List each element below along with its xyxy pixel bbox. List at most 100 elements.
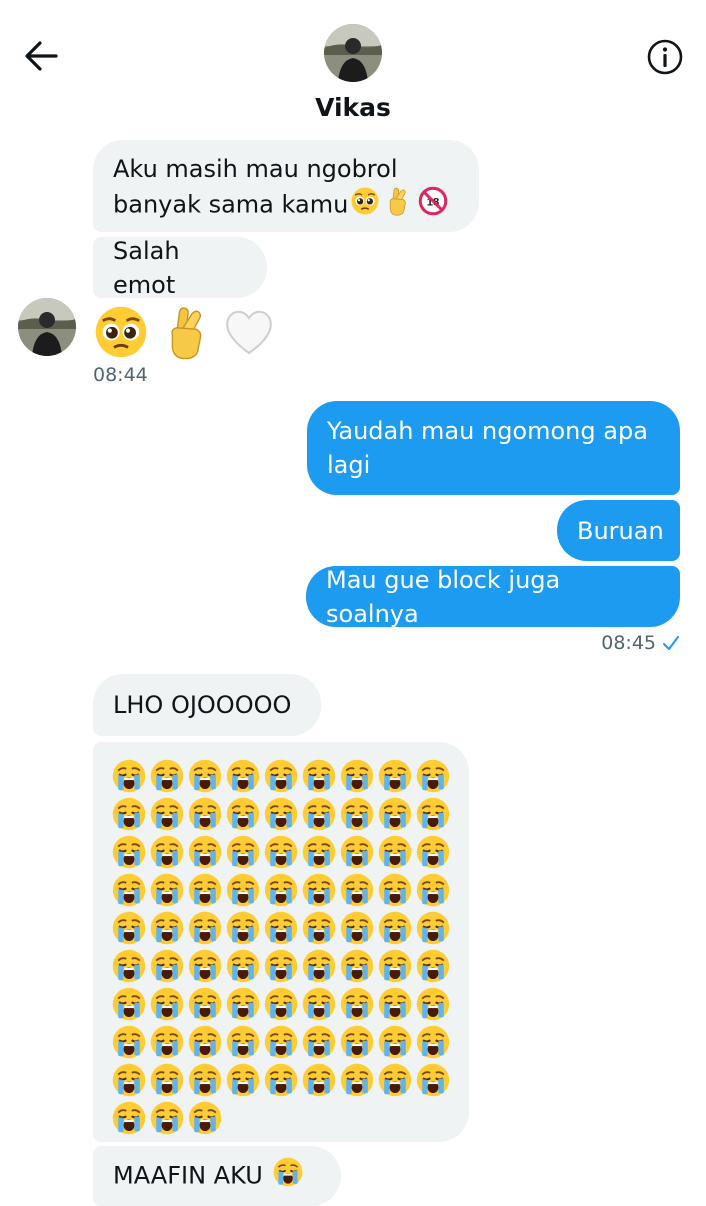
- loudly-crying-face-icon: [111, 796, 147, 832]
- loudly-crying-face-icon: [377, 1024, 413, 1060]
- info-button[interactable]: [646, 38, 684, 76]
- loudly-crying-face-icon: [149, 872, 185, 908]
- message-bubble-received[interactable]: LHO OJOOOOO: [93, 674, 321, 736]
- message-bubble-sent[interactable]: Buruan: [557, 500, 680, 561]
- loudly-crying-face-icon: [377, 948, 413, 984]
- loudly-crying-face-icon: [187, 1024, 223, 1060]
- contact-avatar[interactable]: [324, 24, 382, 82]
- message-text: Buruan: [577, 516, 664, 545]
- loudly-crying-face-icon: [339, 1024, 375, 1060]
- loudly-crying-face-icon: [187, 986, 223, 1022]
- loudly-crying-face-icon: [263, 872, 299, 908]
- loudly-crying-face-icon: [339, 948, 375, 984]
- white-heart-icon: [221, 304, 277, 360]
- loudly-crying-face-icon: [111, 872, 147, 908]
- loudly-crying-face-icon: [187, 1100, 223, 1136]
- contact-name: Vikas: [315, 93, 391, 122]
- loudly-crying-face-icon: [263, 758, 299, 794]
- loudly-crying-face-icon: [377, 1062, 413, 1098]
- loudly-crying-face-icon: [111, 1024, 147, 1060]
- loudly-crying-face-icon: [301, 796, 337, 832]
- loudly-crying-face-icon: [415, 910, 451, 946]
- loudly-crying-face-icon: [301, 910, 337, 946]
- loudly-crying-face-icon: [415, 758, 451, 794]
- loudly-crying-face-icon: [111, 910, 147, 946]
- loudly-crying-face-icon: [225, 948, 261, 984]
- loudly-crying-face-icon: [415, 1024, 451, 1060]
- loudly-crying-face-icon: [187, 758, 223, 794]
- loudly-crying-face-icon: [377, 986, 413, 1022]
- loudly-crying-face-icon: [111, 1100, 147, 1136]
- loudly-crying-face-icon: [415, 1062, 451, 1098]
- loudly-crying-face-icon: [187, 834, 223, 870]
- loudly-crying-face-icon: [111, 1062, 147, 1098]
- loudly-crying-face-icon: [187, 872, 223, 908]
- loudly-crying-face-icon: [187, 910, 223, 946]
- loudly-crying-face-icon: [339, 758, 375, 794]
- message-text: Yaudah mau ngomong apa lagi: [327, 417, 648, 479]
- message-bubble-received[interactable]: [93, 742, 469, 1142]
- message-bubble-received[interactable]: MAAFIN AKU: [93, 1146, 341, 1206]
- loudly-crying-face-icon: [301, 1024, 337, 1060]
- loudly-crying-face-icon: [263, 834, 299, 870]
- loudly-crying-face-icon: [415, 872, 451, 908]
- sent-timestamp-row: 08:45: [601, 632, 680, 654]
- loudly-crying-face-icon: [225, 758, 261, 794]
- loudly-crying-face-icon: [149, 1100, 185, 1136]
- loudly-crying-face-icon: [263, 796, 299, 832]
- loudly-crying-face-icon: [377, 796, 413, 832]
- loudly-crying-face-icon: [149, 910, 185, 946]
- loudly-crying-face-icon: [187, 1062, 223, 1098]
- back-button[interactable]: [22, 38, 62, 74]
- crossed-fingers-icon: [157, 304, 213, 360]
- loudly-crying-face-icon: [149, 796, 185, 832]
- loudly-crying-face-icon: [301, 948, 337, 984]
- loudly-crying-face-icon: [187, 948, 223, 984]
- loudly-crying-face-icon: [415, 796, 451, 832]
- message-text: MAAFIN AKU: [113, 1156, 304, 1197]
- loudly-crying-face-icon: [149, 1062, 185, 1098]
- loudly-crying-face-icon: [339, 1062, 375, 1098]
- loudly-crying-face-icon: [339, 796, 375, 832]
- message-text: Salah emot: [113, 236, 180, 299]
- sender-avatar[interactable]: [18, 298, 76, 356]
- loudly-crying-face-icon: [301, 1062, 337, 1098]
- message-bubble-received[interactable]: Salah emot: [93, 237, 267, 299]
- loudly-crying-face-icon: [225, 872, 261, 908]
- loudly-crying-face-icon: [111, 758, 147, 794]
- message-bubble-sent[interactable]: Yaudah mau ngomong apa lagi: [307, 401, 680, 495]
- read-check-icon: [663, 636, 679, 650]
- loudly-crying-face-icon: [225, 986, 261, 1022]
- loudly-crying-face-icon: [339, 986, 375, 1022]
- loudly-crying-face-icon: [225, 796, 261, 832]
- loudly-crying-face-icon: [149, 834, 185, 870]
- loudly-crying-face-icon: [225, 910, 261, 946]
- pleading-face-icon: [93, 304, 149, 360]
- loudly-crying-face-icon: [301, 986, 337, 1022]
- loudly-crying-face-icon: [301, 834, 337, 870]
- loudly-crying-face-icon: [415, 834, 451, 870]
- message-bubble-received[interactable]: Aku masih mau ngobrol banyak sama kamu: [93, 140, 479, 232]
- loudly-crying-face-icon: [415, 986, 451, 1022]
- loudly-crying-face-icon: [187, 796, 223, 832]
- message-timestamp: 08:45: [601, 632, 656, 654]
- loudly-crying-face-icon: [263, 910, 299, 946]
- loudly-crying-face-icon: [263, 986, 299, 1022]
- loudly-crying-face-icon: [149, 1024, 185, 1060]
- no-under-18-icon: [418, 186, 448, 216]
- message-bubble-sent[interactable]: Mau gue block juga soalnya: [306, 566, 680, 628]
- loudly-crying-face-icon: [149, 948, 185, 984]
- message-text: LHO OJOOOOO: [113, 691, 292, 719]
- info-circle-icon: [647, 39, 683, 75]
- emoji-only-message[interactable]: [93, 302, 277, 362]
- loudly-crying-face-icon: [377, 758, 413, 794]
- loudly-crying-face-icon: [111, 948, 147, 984]
- message-timestamp: 08:44: [93, 364, 148, 386]
- loudly-crying-face-icon: [301, 872, 337, 908]
- pleading-face-icon: [350, 186, 380, 216]
- loudly-crying-face-icon: [111, 834, 147, 870]
- message-text: Aku masih mau ngobrol banyak sama kamu: [113, 152, 459, 225]
- loudly-crying-face-icon: [377, 910, 413, 946]
- loudly-crying-face-icon: [377, 872, 413, 908]
- loudly-crying-face-icon: [149, 986, 185, 1022]
